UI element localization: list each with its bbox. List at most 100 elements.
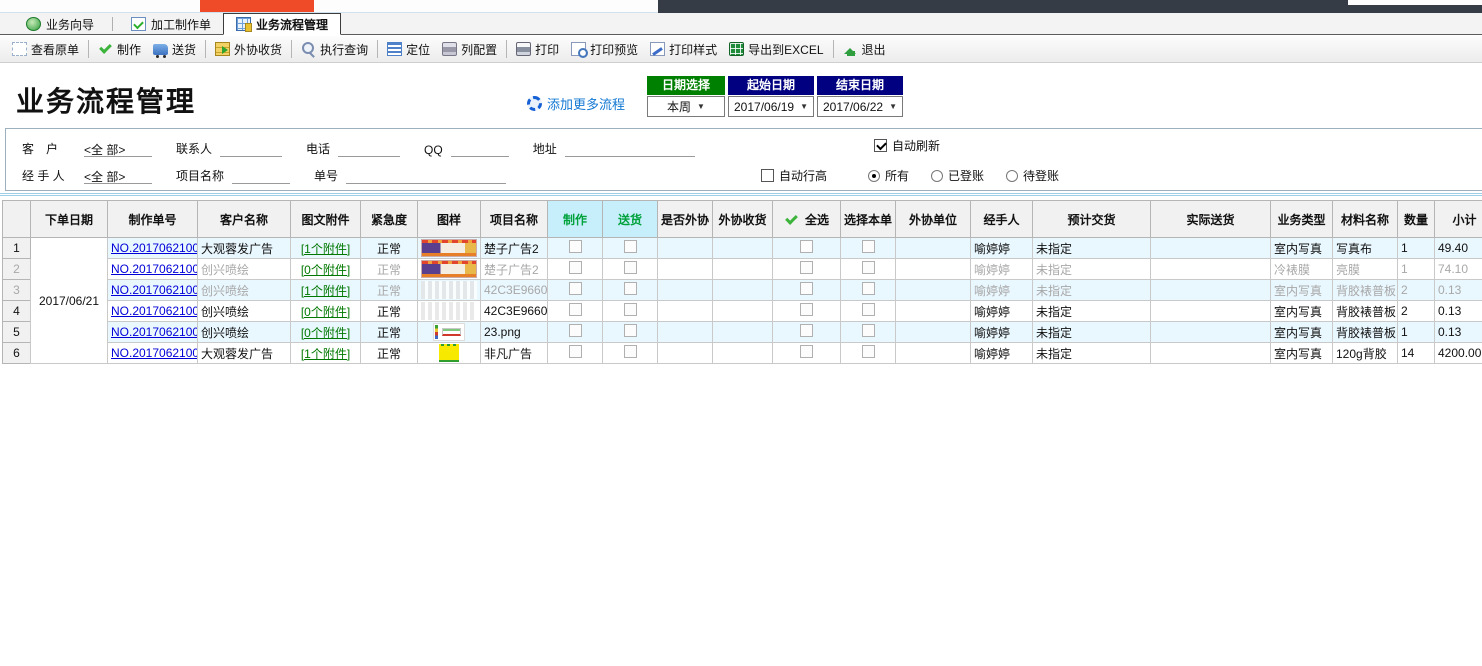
col-header-outsource_unit[interactable]: 外协单位 xyxy=(896,201,971,238)
tab-business-wizard[interactable]: 业务向导 xyxy=(14,14,106,34)
radio-option-posted[interactable]: 已登账 xyxy=(931,167,984,184)
col-header-order_date[interactable]: 下单日期 xyxy=(31,201,108,238)
filter-input-qq[interactable] xyxy=(451,141,509,157)
row-number[interactable]: 3 xyxy=(3,280,31,301)
select_all-checkbox[interactable] xyxy=(800,303,813,316)
select_this-checkbox[interactable] xyxy=(862,282,875,295)
row-number[interactable]: 5 xyxy=(3,322,31,343)
col-header-subtotal[interactable]: 小计 xyxy=(1435,201,1482,238)
col-header-actual_delivery[interactable]: 实际送货 xyxy=(1151,201,1271,238)
col-header-quantity[interactable]: 数量 xyxy=(1398,201,1435,238)
filter-input-phone[interactable] xyxy=(338,141,400,157)
select_all-checkbox[interactable] xyxy=(800,282,813,295)
order-no-link[interactable]: NO.201706210005 xyxy=(111,262,198,276)
filter-input-address[interactable] xyxy=(565,141,695,157)
order-no-link[interactable]: NO.201706210001 xyxy=(111,346,198,360)
col-header-select_all[interactable]: 全选 xyxy=(773,201,841,238)
run-query-button[interactable]: 执行查询 xyxy=(295,39,374,60)
export-excel-button[interactable]: 导出到EXCEL xyxy=(723,39,829,60)
make-checkbox[interactable] xyxy=(569,303,582,316)
col-header-deliver[interactable]: 送货 xyxy=(603,201,658,238)
radio-option-all[interactable]: 所有 xyxy=(868,167,909,184)
thumbnail-faint[interactable] xyxy=(421,281,477,299)
filter-input-customer[interactable]: <全 部> xyxy=(84,141,152,157)
auto-refresh-option[interactable]: 自动刷新 xyxy=(874,137,940,154)
outsource-receive-button[interactable]: 外协收货 xyxy=(209,39,288,60)
make-checkbox[interactable] xyxy=(569,240,582,253)
order-no-link[interactable]: NO.201706210003 xyxy=(111,304,198,318)
attachment-link[interactable]: [1个附件] xyxy=(294,240,357,257)
select_all-checkbox[interactable] xyxy=(800,324,813,337)
deliver-checkbox[interactable] xyxy=(624,324,637,337)
tab-business-flow[interactable]: 业务流程管理 xyxy=(223,13,341,35)
filter-input-order_no[interactable] xyxy=(346,168,506,184)
select_all-checkbox[interactable] xyxy=(800,261,813,274)
col-header-is_outsourced[interactable]: 是否外协 xyxy=(658,201,713,238)
col-header-make[interactable]: 制作 xyxy=(548,201,603,238)
locate-button[interactable]: 定位 xyxy=(381,39,436,60)
radio-icon[interactable] xyxy=(1006,170,1018,182)
view-original-button[interactable]: 查看原单 xyxy=(6,39,85,60)
thumbnail-yellow[interactable] xyxy=(439,344,459,362)
select_this-checkbox[interactable] xyxy=(862,261,875,274)
thumbnail-small[interactable] xyxy=(433,323,465,341)
print-preview-button[interactable]: 打印预览 xyxy=(565,39,644,60)
deliver-button[interactable]: 送货 xyxy=(147,39,202,60)
col-header-attachment[interactable]: 图文附件 xyxy=(291,201,361,238)
order-no-link[interactable]: NO.201706210002 xyxy=(111,325,198,339)
filter-input-project[interactable] xyxy=(232,168,290,184)
make-checkbox[interactable] xyxy=(569,324,582,337)
tab-process-order[interactable]: 加工制作单 xyxy=(119,14,223,34)
attachment-link[interactable]: [1个附件] xyxy=(294,282,357,299)
select_this-checkbox[interactable] xyxy=(862,324,875,337)
attachment-link[interactable]: [0个附件] xyxy=(294,261,357,278)
col-header-urgency[interactable]: 紧急度 xyxy=(361,201,418,238)
exit-button[interactable]: 退出 xyxy=(837,39,892,60)
make-checkbox[interactable] xyxy=(569,345,582,358)
row-number[interactable]: 4 xyxy=(3,301,31,322)
attachment-link[interactable]: [0个附件] xyxy=(294,303,357,320)
attachment-link[interactable]: [1个附件] xyxy=(294,345,357,362)
print-button[interactable]: 打印 xyxy=(510,39,565,60)
row-number[interactable]: 1 xyxy=(3,238,31,259)
row-number[interactable]: 2 xyxy=(3,259,31,280)
thumbnail-faint[interactable] xyxy=(421,302,477,320)
deliver-checkbox[interactable] xyxy=(624,240,637,253)
col-header-thumbnail[interactable]: 图样 xyxy=(418,201,481,238)
col-header-material[interactable]: 材料名称 xyxy=(1333,201,1398,238)
auto-row-height-checkbox[interactable] xyxy=(761,169,774,182)
make-checkbox[interactable] xyxy=(569,261,582,274)
col-header-row_number[interactable] xyxy=(3,201,31,238)
filter-input-contact[interactable] xyxy=(220,141,282,157)
radio-icon[interactable] xyxy=(931,170,943,182)
select_all-checkbox[interactable] xyxy=(800,345,813,358)
date-picker-dropdown[interactable]: 2017/06/22▼ xyxy=(817,96,903,117)
print-style-button[interactable]: 打印样式 xyxy=(644,39,723,60)
order-no-link[interactable]: NO.201706210006 xyxy=(111,241,198,255)
auto-row-height-option[interactable]: 自动行高 xyxy=(761,167,827,184)
col-header-handler[interactable]: 经手人 xyxy=(971,201,1033,238)
deliver-checkbox[interactable] xyxy=(624,345,637,358)
col-header-expected_delivery[interactable]: 预计交货 xyxy=(1033,201,1151,238)
col-header-customer[interactable]: 客户名称 xyxy=(198,201,291,238)
thumbnail-banner[interactable] xyxy=(421,239,477,257)
deliver-checkbox[interactable] xyxy=(624,282,637,295)
radio-option-unposted[interactable]: 待登账 xyxy=(1006,167,1059,184)
date-picker-dropdown[interactable]: 2017/06/19▼ xyxy=(728,96,814,117)
filter-input-handler[interactable]: <全 部> xyxy=(84,168,152,184)
col-header-order_no[interactable]: 制作单号 xyxy=(108,201,198,238)
date-picker-dropdown[interactable]: 本周▼ xyxy=(647,96,725,117)
select_this-checkbox[interactable] xyxy=(862,303,875,316)
add-more-flow-link[interactable]: 添加更多流程 xyxy=(527,94,625,113)
select_this-checkbox[interactable] xyxy=(862,345,875,358)
select_all-checkbox[interactable] xyxy=(800,240,813,253)
col-header-project[interactable]: 项目名称 xyxy=(481,201,548,238)
deliver-checkbox[interactable] xyxy=(624,303,637,316)
make-button[interactable]: 制作 xyxy=(92,39,147,60)
col-header-outsource_receive[interactable]: 外协收货 xyxy=(713,201,773,238)
order-no-link[interactable]: NO.201706210004 xyxy=(111,283,198,297)
auto-refresh-checkbox[interactable] xyxy=(874,139,887,152)
deliver-checkbox[interactable] xyxy=(624,261,637,274)
make-checkbox[interactable] xyxy=(569,282,582,295)
col-header-business_type[interactable]: 业务类型 xyxy=(1271,201,1333,238)
